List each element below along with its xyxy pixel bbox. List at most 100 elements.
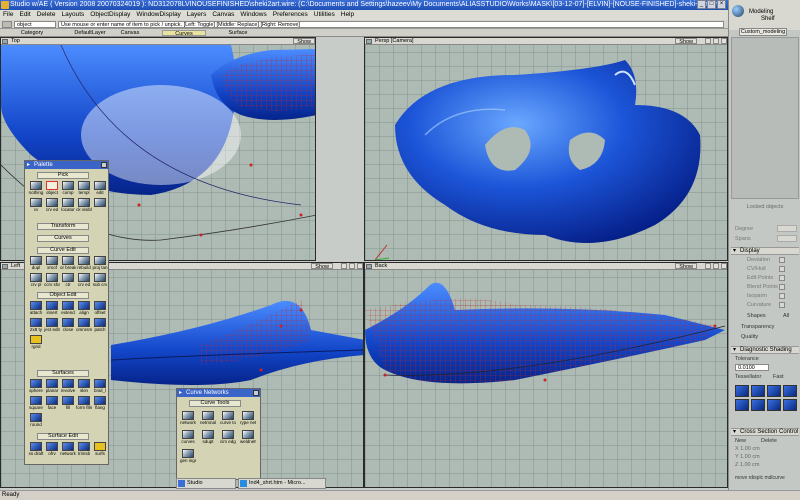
viewport-menu-icon[interactable]	[366, 39, 372, 44]
tool-sdupt[interactable]: sdupt	[201, 430, 215, 446]
menu-layers[interactable]: Layers	[187, 10, 207, 20]
tool-omrosm[interactable]: omrosm	[76, 318, 92, 334]
tool-weld-network[interactable]: weldnetwk	[240, 430, 256, 446]
menu-canvas[interactable]: Canvas	[212, 10, 234, 20]
viewport-perspective[interactable]: Persp [Camera] Show	[364, 37, 728, 261]
viewport-show-button[interactable]: Show	[675, 263, 697, 270]
tool-curves-net[interactable]: curves	[181, 430, 195, 446]
tool-pick-visible[interactable]: ck visibl	[76, 198, 92, 214]
palette-panel[interactable]: Palette Pick nothing object comp templ e…	[24, 160, 109, 465]
viewport-close-icon[interactable]	[357, 263, 363, 269]
shading-mode-1-icon[interactable]	[735, 385, 749, 397]
menu-help[interactable]: Help	[341, 10, 354, 20]
shading-mode-8-icon[interactable]	[783, 399, 797, 411]
viewport-show-button[interactable]: Show	[675, 38, 697, 45]
diagnostic-shading-header[interactable]: Diagnostic Shading	[731, 346, 799, 354]
tool-sub-curve[interactable]: sub crv	[93, 273, 107, 289]
shapes-value[interactable]: All	[783, 313, 789, 320]
cross-section-header[interactable]: Cross Section Control	[731, 428, 799, 436]
tool-pick-nothing[interactable]: nothing	[29, 181, 43, 197]
tessellator-value[interactable]: Fast	[773, 374, 784, 381]
viewport-show-button[interactable]: Show	[293, 38, 315, 45]
display-section-header[interactable]: Display	[731, 247, 799, 255]
curvature-checkbox[interactable]	[779, 302, 785, 308]
tool-curve-to[interactable]: curve to	[220, 411, 236, 427]
tool-project-tangent[interactable]: proj tan	[92, 256, 108, 272]
tool-break[interactable]: or break	[60, 256, 76, 272]
tool-project-edit[interactable]: ject edit	[44, 318, 60, 334]
tool-duplicate-curve[interactable]: dupl	[29, 256, 43, 272]
viewport-menu-icon[interactable]	[2, 39, 8, 44]
tool-curve-sharp[interactable]: ccrv sharp	[44, 273, 60, 289]
taskbar-item-browser[interactable]: Ind4_shrt.htm - Micro...	[238, 478, 326, 489]
palette-section-surface-edit[interactable]: Surface Edit	[37, 433, 89, 440]
modeling-shelf[interactable]: Modeling Shelf	[729, 0, 800, 30]
palette-section-transform[interactable]: Transform	[37, 223, 89, 230]
tool-offset-surface[interactable]: ofrv	[45, 442, 59, 458]
tool-network[interactable]: network	[60, 442, 76, 458]
shading-mode-6-icon[interactable]	[751, 399, 765, 411]
viewport-maximize-icon[interactable]	[349, 263, 355, 269]
tool-pick-edit[interactable]: edit	[93, 181, 107, 197]
shading-mode-7-icon[interactable]	[767, 399, 781, 411]
tool-close[interactable]: close	[61, 318, 75, 334]
palette-section-curve-edit[interactable]: Curve Edit	[37, 247, 89, 254]
tool-pick-locator[interactable]: locator	[61, 198, 75, 214]
tool-2x8[interactable]: 2x8 ty	[29, 318, 43, 334]
viewport-close-icon[interactable]	[721, 263, 727, 269]
shelf-area[interactable]	[731, 37, 799, 199]
tool-square[interactable]: square	[29, 396, 43, 412]
shading-mode-4-icon[interactable]	[783, 385, 797, 397]
edit-points-checkbox[interactable]	[779, 275, 785, 281]
transparency-label[interactable]: Transparency	[741, 324, 774, 331]
menu-objectdisplay[interactable]: ObjectDisplay	[90, 10, 130, 20]
palette-section-curves[interactable]: Curves	[37, 235, 89, 242]
z-spacing[interactable]: Z 1.00 cm	[735, 462, 759, 469]
tool-curve-edit[interactable]: crv ed	[77, 273, 91, 289]
viewport-maximize-icon[interactable]	[713, 263, 719, 269]
tool-netmnal[interactable]: netmnal	[200, 411, 216, 427]
tool-rebuild[interactable]: rebuild	[77, 256, 91, 272]
spans-field[interactable]	[777, 235, 797, 242]
tool-fillet[interactable]: form fillet	[76, 396, 92, 412]
menu-preferences[interactable]: Preferences	[273, 10, 308, 20]
viewport-close-icon[interactable]	[721, 38, 727, 44]
menu-delete[interactable]: Delete	[37, 10, 56, 20]
curve-networks-section[interactable]: Curve Tools	[189, 400, 241, 407]
tool-face[interactable]: face	[45, 396, 59, 412]
tool-sphere[interactable]: sphere	[29, 379, 43, 395]
tool-rail[interactable]: brail_l	[93, 379, 107, 395]
tool-fill[interactable]: fill	[61, 396, 75, 412]
menu-edit[interactable]: Edit	[19, 10, 30, 20]
tool-pick-template[interactable]: templ	[77, 181, 91, 197]
palette-section-pick[interactable]: Pick	[37, 172, 89, 179]
curve-networks-close-icon[interactable]	[253, 390, 259, 396]
viewport-show-button[interactable]: Show	[311, 263, 333, 270]
tab-surface[interactable]: Surface	[208, 30, 268, 36]
viewport-minimize-icon[interactable]	[705, 38, 711, 44]
viewport-back[interactable]: Back Show	[364, 262, 728, 488]
tool-pick-component[interactable]: comp	[61, 181, 75, 197]
command-history-button[interactable]	[2, 21, 12, 28]
tool-insert[interactable]: insert	[45, 301, 59, 317]
menu-file[interactable]: File	[3, 10, 13, 20]
close-button[interactable]: ×	[717, 0, 726, 9]
new-button[interactable]: New	[735, 438, 746, 445]
menu-layouts[interactable]: Layouts	[61, 10, 84, 20]
palette-section-object-edit[interactable]: Object Edit	[37, 292, 89, 299]
tool-flange[interactable]: flang	[93, 396, 107, 412]
tool-extend[interactable]: extend	[61, 301, 75, 317]
tool-offset[interactable]: offset	[93, 301, 107, 317]
prompt-line[interactable]: Use mouse or enter name of item to pick …	[58, 21, 724, 28]
tool-rgrid[interactable]: rgrid	[29, 335, 43, 351]
degree-field[interactable]	[777, 225, 797, 232]
tool-planar[interactable]: planar	[45, 379, 59, 395]
isoparm-checkbox[interactable]	[779, 293, 785, 299]
x-spacing[interactable]: X 1.00 cm	[735, 446, 760, 453]
palette-close-icon[interactable]	[101, 162, 107, 168]
viewport-minimize-icon[interactable]	[341, 263, 347, 269]
palette-title[interactable]: Palette	[25, 161, 108, 169]
tool-draft[interactable]: ss draft	[29, 442, 43, 458]
viewport-menu-icon[interactable]	[2, 264, 8, 269]
taskbar-item-studio[interactable]: Studio	[176, 478, 236, 489]
